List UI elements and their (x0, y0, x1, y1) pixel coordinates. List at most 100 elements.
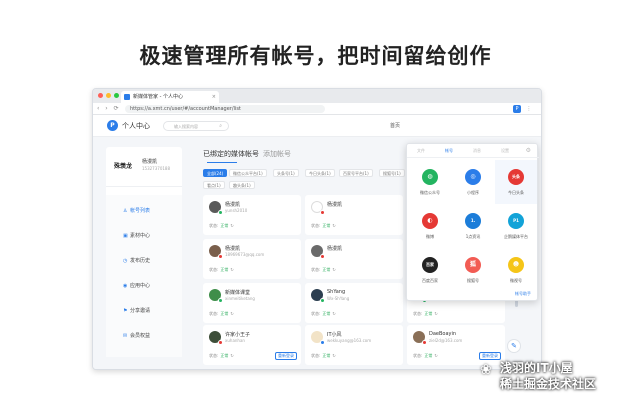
popover-tab[interactable]: 设置 (501, 144, 509, 158)
filter-chip[interactable]: 看点(1) (203, 181, 225, 189)
refresh-icon[interactable]: ↻ (332, 223, 335, 228)
popover-footer-link[interactable]: 帐号助手 (515, 291, 531, 297)
sidebar-item-label: 分享邀请 (130, 308, 151, 314)
refresh-icon[interactable]: ↻ (230, 311, 233, 316)
refresh-icon[interactable]: ↻ (434, 353, 437, 358)
address-bar[interactable]: https://a.xmt.cn/user/#/accountManager/l… (125, 105, 325, 113)
status-badge: 正常 (322, 223, 331, 228)
account-id: yunsh2010 (225, 208, 248, 213)
platform-item[interactable]: P1 企鹅媒体平台 (495, 204, 537, 248)
popover-tab[interactable]: 文件 (417, 144, 425, 158)
sidebar-item[interactable]: ▣ 素材中心 (106, 230, 182, 242)
watermark-line1: 浅羽的IT小屋 (500, 361, 573, 375)
refresh-icon[interactable]: ↻ (332, 311, 335, 316)
sidebar-item[interactable]: ◷ 发布历史 (106, 255, 182, 267)
account-card[interactable]: ShYang Wx-ShYang 状态: 正常 ↻ (305, 283, 403, 323)
browser-menu-icon[interactable]: ⋮ (525, 105, 533, 113)
status-label: 状态: (413, 353, 423, 358)
filter-chip[interactable]: 今日头条(1) (305, 169, 335, 177)
active-tab-indicator (207, 162, 237, 163)
status-badge: 正常 (220, 311, 229, 316)
platform-label: 小程序 (467, 190, 479, 195)
popover-tab[interactable]: 消息 (473, 144, 481, 158)
nav-buttons[interactable]: ‹ › ⟳ (97, 103, 121, 115)
platform-item[interactable]: ☻ 微视号 (495, 248, 537, 292)
popover-tab[interactable]: 帐号 (445, 144, 453, 158)
refresh-icon[interactable]: ↻ (332, 353, 335, 358)
account-status: 状态: 正常 ↻ (209, 223, 234, 229)
platform-label: 微博 (426, 234, 434, 239)
account-status: 状态: 正常 ↻ (209, 311, 234, 317)
account-status: 状态: 正常 ↻ (311, 353, 336, 359)
profile-phone: 15327370188 (142, 166, 170, 171)
platform-badge-icon (218, 210, 223, 215)
search-icon[interactable]: ⌕ (219, 122, 222, 131)
filter-chip[interactable]: 全部(24) (203, 169, 228, 177)
gear-icon[interactable]: ⚙ (526, 144, 531, 158)
search-input[interactable]: 输入搜索内容 ⌕ (163, 121, 229, 131)
app-page: P 个人中心 输入搜索内容 ⌕ 首页 殊羡龙 杨漫凯 15327370188 ♙… (93, 115, 541, 369)
account-card[interactable]: DaeBoayin ziel2d@163.com 状态: 正常 ↻ 重新登录 (407, 325, 505, 365)
sidebar-item[interactable]: ◉ 应用中心 (106, 280, 182, 292)
platform-label: 搜狐号 (467, 278, 479, 283)
account-id: Wx-ShYang (327, 296, 350, 301)
platform-label: 1点资讯 (465, 234, 481, 239)
account-name: ShYang (327, 289, 346, 295)
account-name: 许家小王子 (225, 332, 251, 338)
status-label: 状态: (209, 267, 219, 272)
platform-icon: P1 (508, 213, 524, 229)
account-status: 状态: 正常 ↻ (413, 311, 438, 317)
platform-item[interactable]: 1. 1点资讯 (452, 204, 494, 248)
account-id: xinmeitiketang (225, 296, 255, 301)
filter-chip[interactable]: 微信公众平台(1) (229, 169, 267, 177)
platform-item[interactable]: ◐ 微博 (409, 204, 451, 248)
browser-tab[interactable]: 新媒体管家 - 个人中心 × (121, 91, 219, 103)
menu-icon: ⚑ (123, 308, 128, 314)
platform-item[interactable]: 狐搜狐号 (452, 248, 494, 292)
account-card[interactable]: 杨漫凯 18969673@qq.com 状态: 正常 ↻ (203, 239, 301, 279)
close-tab-icon[interactable]: × (212, 91, 216, 103)
relogin-button[interactable]: 重新登录 (275, 352, 297, 360)
headline: 极速管理所有帐号，把时间留给创作 (139, 44, 492, 68)
platform-badge-icon (320, 210, 325, 215)
account-name: DaeBoayin (429, 331, 457, 337)
platform-badge-icon (320, 298, 325, 303)
status-label: 状态: (311, 311, 321, 316)
sidebar-item[interactable]: ⚑ 分享邀请 (106, 305, 182, 317)
maximize-window-button[interactable] (114, 93, 119, 98)
extension-icon[interactable]: P (513, 105, 521, 113)
status-label: 状态: (311, 267, 321, 272)
minimize-window-button[interactable] (106, 93, 111, 98)
platform-item[interactable]: ◍ 微信公众号 (409, 160, 451, 204)
account-card[interactable]: 杨漫凯 状态: 正常 ↻ (305, 195, 403, 235)
platform-label: 企鹅媒体平台 (504, 234, 528, 239)
promo-canvas: 极速管理所有帐号，把时间留给创作 新媒体管家 - 个人中心 × ‹ › ⟳ ht… (0, 0, 631, 400)
platform-icon: ◎ (465, 169, 481, 185)
account-card[interactable]: 杨漫凯 yunsh2010 状态: 正常 ↻ (203, 195, 301, 235)
filter-chip[interactable]: 搜狐号(1) (379, 169, 405, 177)
edit-fab-icon[interactable]: ✎ (507, 339, 521, 353)
sidebar-item[interactable]: ✉ 会员权益 (106, 330, 182, 342)
relogin-button[interactable]: 重新登录 (479, 352, 501, 360)
tab-bound-accounts[interactable]: 已绑定的媒体帐号 (203, 147, 259, 161)
account-card[interactable]: 许家小王子 xuhanhan 状态: 正常 ↻ 重新登录 (203, 325, 301, 365)
account-name: 杨漫凯 (225, 202, 241, 208)
home-link[interactable]: 首页 (390, 115, 400, 137)
account-card[interactable]: IT小风 wekkuyang@163.com 状态: 正常 ↻ (305, 325, 403, 365)
close-window-button[interactable] (98, 93, 103, 98)
refresh-icon[interactable]: ↻ (230, 223, 233, 228)
platform-item[interactable]: ◎ 小程序 (452, 160, 494, 204)
sidebar-item[interactable]: ♙ 帐号列表 (106, 205, 182, 217)
account-card[interactable]: 新媒体课堂 xinmeitiketang 状态: 正常 ↻ (203, 283, 301, 323)
refresh-icon[interactable]: ↻ (230, 267, 233, 272)
refresh-icon[interactable]: ↻ (230, 353, 233, 358)
filter-chip[interactable]: 头条号(1) (273, 169, 299, 177)
platform-item[interactable]: 百家 百度百家 (409, 248, 451, 292)
filter-chip[interactable]: 百家号平台(1) (339, 169, 373, 177)
account-card[interactable]: 杨漫凯 状态: 正常 ↻ (305, 239, 403, 279)
refresh-icon[interactable]: ↻ (434, 311, 437, 316)
filter-chip[interactable]: 趣头条(1) (229, 181, 255, 189)
platform-item[interactable]: 头条 今日头条 (495, 160, 537, 204)
refresh-icon[interactable]: ↻ (332, 267, 335, 272)
tab-add-account[interactable]: 添加帐号 (263, 147, 291, 161)
